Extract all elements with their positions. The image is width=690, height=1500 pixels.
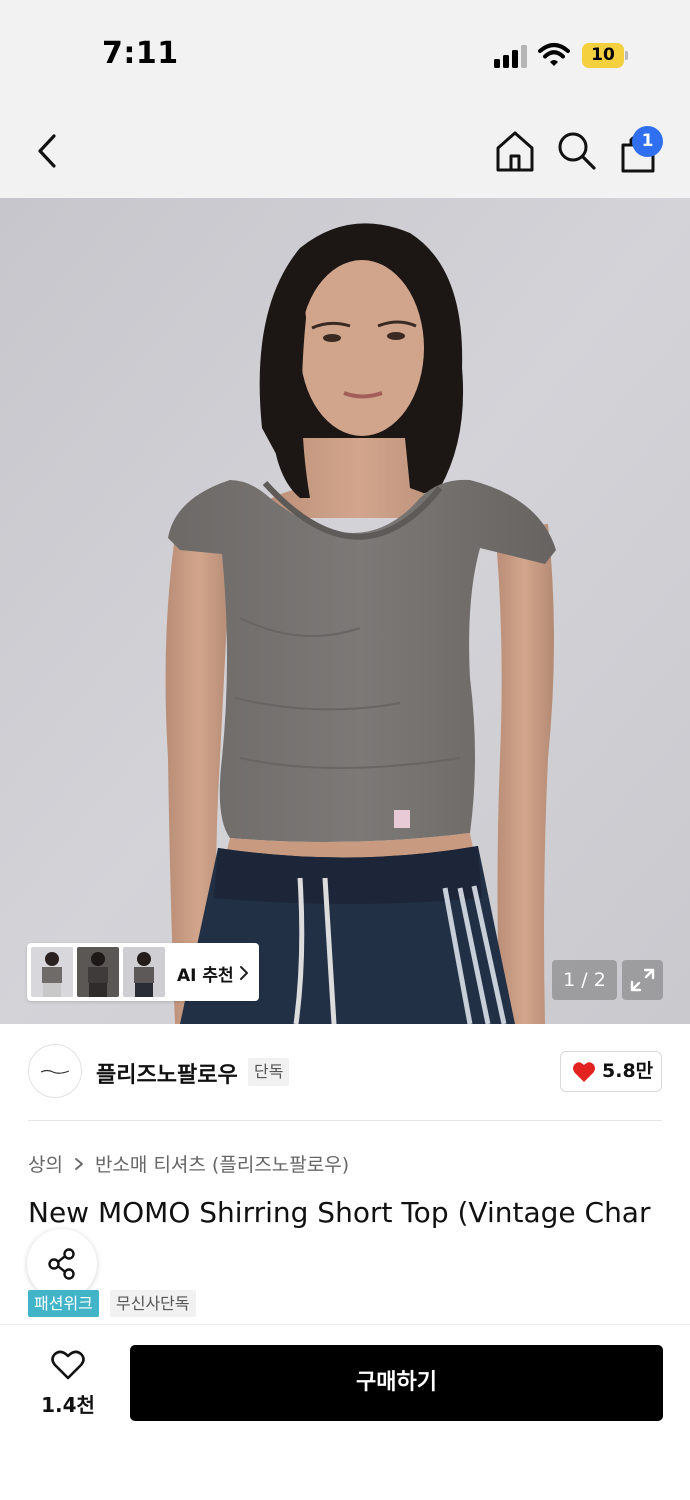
breadcrumb: 상의 반소매 티셔츠 (플리즈노팔로우) [28,1150,349,1177]
divider [28,1120,662,1121]
signal-icon [494,45,527,68]
product-photo [0,198,690,1024]
image-counter: 1 / 2 [552,960,617,1000]
ai-recommend-label[interactable]: AI 추천 [177,961,234,986]
brand-logo[interactable] [28,1044,82,1098]
brand-like-button[interactable]: 5.8만 [560,1051,662,1092]
share-icon [48,1248,75,1280]
musinsa-exclusive-tag: 무신사단독 [110,1290,196,1317]
status-bar: 7:11 10 [0,0,690,100]
fashion-week-tag: 패션위크 [28,1290,99,1317]
chevron-left-icon[interactable] [30,130,68,172]
wifi-icon [538,43,570,66]
expand-icon[interactable] [622,960,663,1000]
ai-thumbnail[interactable] [77,947,119,997]
ai-thumbnail[interactable] [123,947,165,997]
ai-thumbnail[interactable] [31,947,73,997]
heart-icon [573,1062,595,1082]
search-icon[interactable] [554,128,598,172]
breadcrumb-item[interactable]: 반소매 티셔츠 (플리즈노팔로우) [95,1150,349,1177]
share-button[interactable] [27,1229,97,1299]
product-title: New MOMO Shirring Short Top (Vintage Cha… [28,1196,651,1229]
wishlist-button[interactable]: 1.4천 [30,1345,106,1421]
product-image[interactable] [0,198,690,1024]
brand-name[interactable]: 플리즈노팔로우 [96,1057,238,1089]
top-nav [0,100,690,198]
chevron-right-icon[interactable] [238,964,250,982]
battery-level: 10 [591,45,615,65]
home-icon[interactable] [492,128,538,174]
breadcrumb-item[interactable]: 상의 [28,1150,63,1177]
cart-count-badge[interactable]: 1 [632,126,663,157]
battery-cap [625,51,628,60]
brand-like-count: 5.8만 [602,1060,654,1082]
wishlist-count: 1.4천 [41,1393,95,1417]
buy-button[interactable]: 구매하기 [130,1345,663,1421]
exclusive-badge: 단독 [248,1058,290,1086]
status-time: 7:11 [102,36,179,71]
battery-indicator: 10 [582,43,628,68]
heart-outline-icon [51,1350,85,1380]
ai-recommend-card[interactable]: AI 추천 [27,943,259,1001]
chevron-right-icon [75,1157,83,1170]
